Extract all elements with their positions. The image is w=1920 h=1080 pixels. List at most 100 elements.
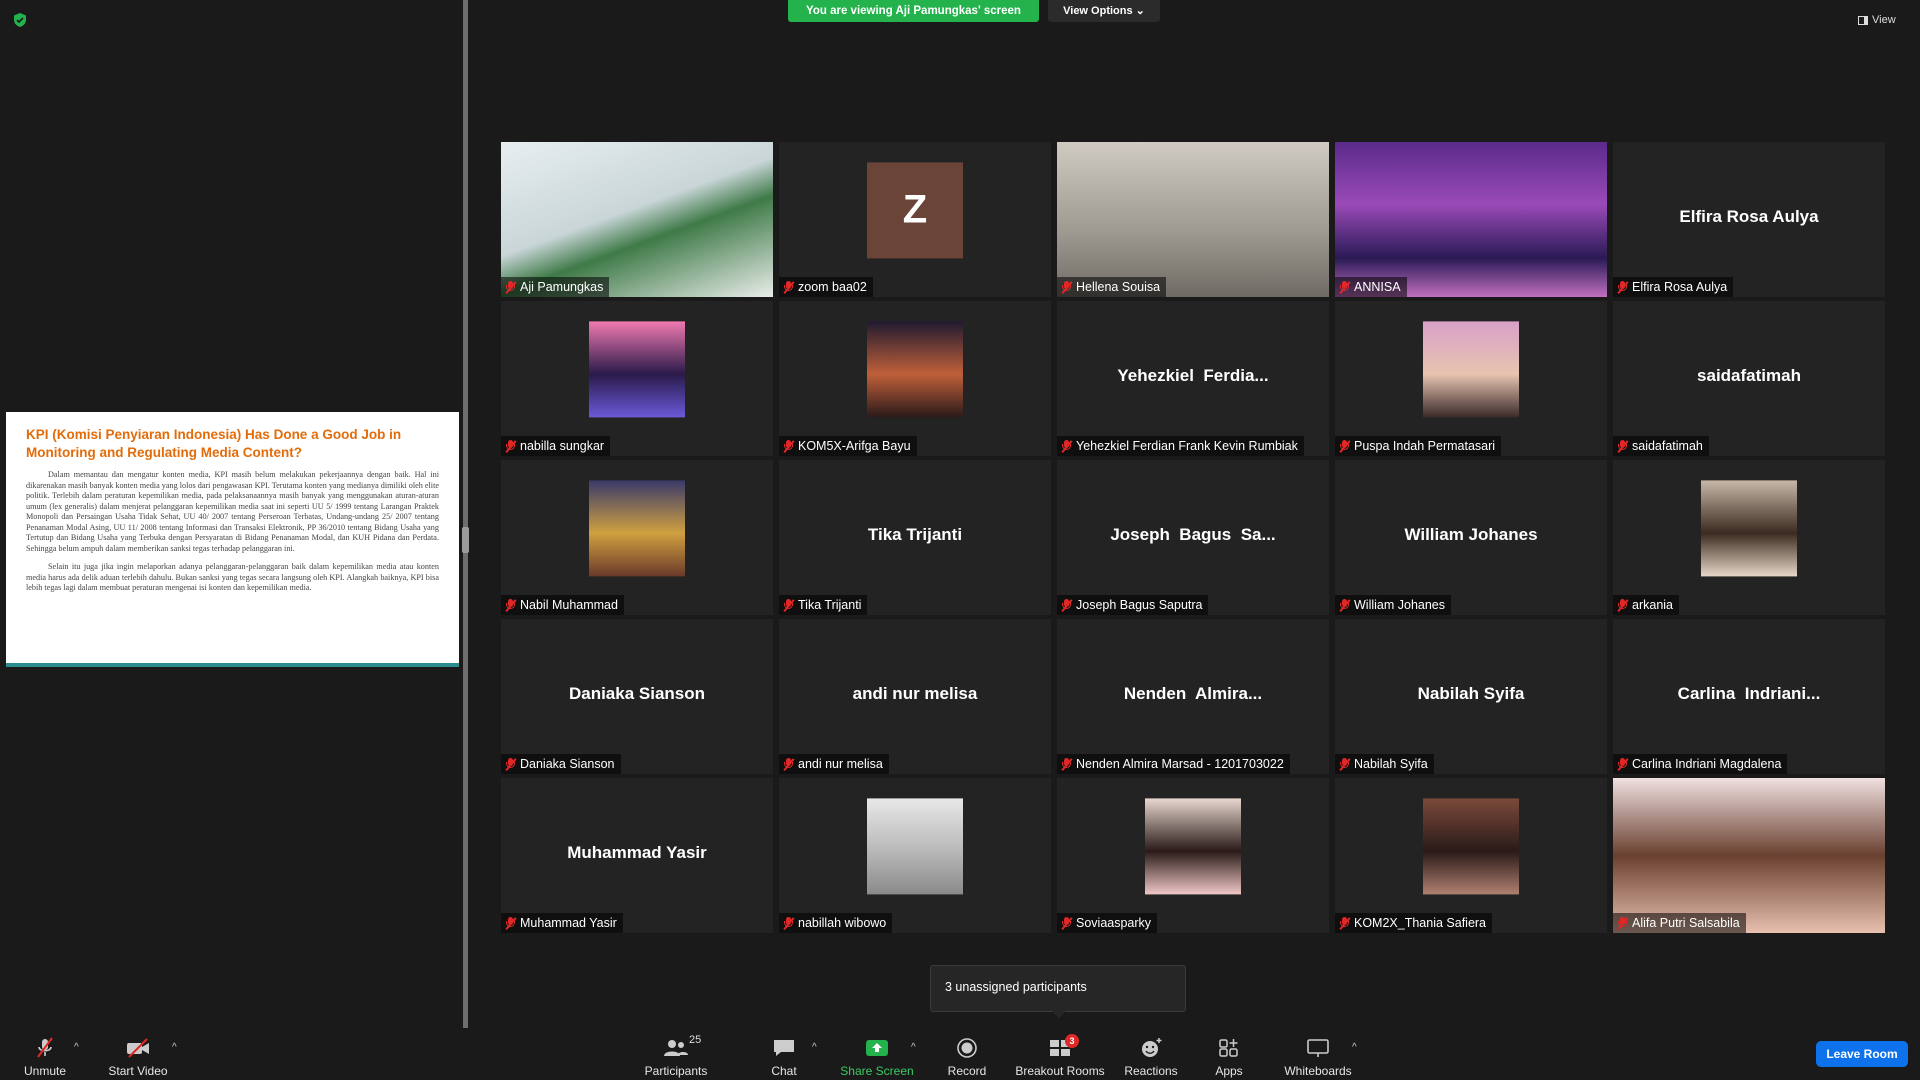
reactions-icon: [1142, 1038, 1162, 1057]
muted-mic-icon: [1061, 280, 1073, 294]
breakout-rooms-icon: 3: [1047, 1034, 1079, 1059]
muted-mic-icon: [37, 1037, 53, 1058]
muted-mic-icon: [505, 598, 517, 612]
chat-icon: [774, 1040, 794, 1056]
participant-tile[interactable]: Elfira Rosa Aulya Elfira Rosa Aulya: [1613, 142, 1885, 297]
start-video-button[interactable]: Start Video: [105, 1032, 171, 1078]
participant-name-bar: ANNISA: [1335, 277, 1407, 297]
participant-name-bar: Yehezkiel Ferdian Frank Kevin Rumbiak: [1057, 436, 1304, 456]
start-video-label: Start Video: [108, 1064, 168, 1078]
whiteboards-button[interactable]: Whiteboards: [1282, 1032, 1354, 1078]
participant-name: ANNISA: [1354, 280, 1401, 294]
leave-room-button[interactable]: Leave Room: [1816, 1041, 1908, 1067]
breakout-rooms-label: Breakout Rooms: [1015, 1064, 1105, 1078]
participant-name: Nenden Almira Marsad - 1201703022: [1076, 757, 1284, 771]
muted-mic-icon: [1339, 757, 1351, 771]
participant-tile[interactable]: Hellena Souisa: [1057, 142, 1329, 297]
participant-tile[interactable]: Joseph Bagus Sa... Joseph Bagus Saputra: [1057, 460, 1329, 615]
participant-tile[interactable]: nabillah wibowo: [779, 778, 1051, 933]
participant-name: Nabilah Syifa: [1354, 757, 1428, 771]
participant-tile[interactable]: Aji Pamungkas: [501, 142, 773, 297]
participant-tile[interactable]: KOM2X_Thania Safiera: [1335, 778, 1607, 933]
chat-button[interactable]: Chat: [763, 1032, 805, 1078]
shared-screen-pane: KPI (Komisi Penyiaran Indonesia) Has Don…: [0, 0, 463, 1028]
avatar: [867, 320, 963, 417]
apps-icon: [1219, 1039, 1238, 1057]
participant-name: Aji Pamungkas: [520, 280, 604, 294]
muted-mic-icon: [1617, 598, 1629, 612]
whiteboard-icon: [1307, 1039, 1329, 1057]
participant-name-bar: Nenden Almira Marsad - 1201703022: [1057, 754, 1290, 774]
participant-tile[interactable]: Puspa Indah Permatasari: [1335, 301, 1607, 456]
chat-options-caret[interactable]: ^: [812, 1042, 817, 1053]
participant-name: nabillah wibowo: [798, 916, 887, 930]
participant-tile[interactable]: Nabil Muhammad: [501, 460, 773, 615]
muted-mic-icon: [783, 439, 795, 453]
participant-name: Hellena Souisa: [1076, 280, 1161, 294]
audio-options-caret[interactable]: ^: [74, 1042, 79, 1053]
participant-tile[interactable]: ANNISA: [1335, 142, 1607, 297]
video-options-caret[interactable]: ^: [172, 1042, 177, 1053]
muted-mic-icon: [1617, 916, 1629, 930]
participant-gallery: Aji Pamungkas Zzoom baa02 Hellena Souisa AN…: [501, 142, 1885, 933]
muted-mic-icon: [505, 757, 517, 771]
whiteboards-options-caret[interactable]: ^: [1352, 1042, 1357, 1053]
muted-mic-icon: [1339, 439, 1351, 453]
viewing-screen-banner: You are viewing Aji Pamungkas' screen: [788, 0, 1039, 22]
participant-name: Tika Trijanti: [798, 598, 862, 612]
view-button[interactable]: View: [1858, 10, 1908, 30]
participant-tile[interactable]: KOM5X-Arifga Bayu: [779, 301, 1051, 456]
apps-button[interactable]: Apps: [1208, 1032, 1250, 1078]
reactions-button[interactable]: Reactions: [1122, 1032, 1180, 1078]
participant-name-bar: arkania: [1613, 595, 1679, 615]
participant-name-bar: nabilla sungkar: [501, 436, 611, 456]
participant-tile[interactable]: saidafatimah saidafatimah: [1613, 301, 1885, 456]
view-options-button[interactable]: View Options ⌄: [1048, 0, 1160, 22]
participant-name: Yehezkiel Ferdian Frank Kevin Rumbiak: [1076, 439, 1298, 453]
avatar: [1423, 320, 1519, 417]
muted-mic-icon: [1061, 439, 1073, 453]
participant-name: Nabil Muhammad: [520, 598, 618, 612]
participant-name-bar: KOM2X_Thania Safiera: [1335, 913, 1493, 933]
participant-tile[interactable]: Zzoom baa02: [779, 142, 1051, 297]
slide-title: KPI (Komisi Penyiaran Indonesia) Has Don…: [26, 427, 402, 460]
split-divider[interactable]: [463, 0, 468, 1028]
participant-tile[interactable]: Carlina Indriani... Carlina Indriani Magd…: [1613, 619, 1885, 774]
participant-name-bar: Soviaasparky: [1057, 913, 1158, 933]
share-screen-button[interactable]: Share Screen: [840, 1032, 914, 1078]
slide-paragraph: Selain itu juga jika ingin melaporkan ad…: [26, 562, 439, 592]
participant-display-name: Elfira Rosa Aulya: [1679, 207, 1819, 226]
participant-name-bar: Muhammad Yasir: [501, 913, 623, 933]
participant-tile[interactable]: andi nur melisa andi nur melisa: [779, 619, 1051, 774]
participant-tile[interactable]: nabilla sungkar: [501, 301, 773, 456]
participant-name: andi nur melisa: [798, 757, 883, 771]
participant-video: [1057, 142, 1329, 297]
participant-name-bar: Aji Pamungkas: [501, 277, 610, 297]
breakout-rooms-button[interactable]: 3 Breakout Rooms: [1014, 1032, 1106, 1078]
share-options-caret[interactable]: ^: [911, 1042, 916, 1053]
reactions-label: Reactions: [1124, 1064, 1178, 1078]
participant-tile[interactable]: Muhammad Yasir Muhammad Yasir: [501, 778, 773, 933]
divider-handle[interactable]: [462, 527, 469, 553]
participant-tile[interactable]: Tika Trijanti Tika Trijanti: [779, 460, 1051, 615]
participant-display-name: Nabilah Syifa: [1417, 684, 1525, 703]
unassigned-participants-tooltip: 3 unassigned participants: [930, 965, 1186, 1012]
participant-tile[interactable]: Nabilah Syifa Nabilah Syifa: [1335, 619, 1607, 774]
muted-mic-icon: [1617, 439, 1629, 453]
participant-display-name: Carlina Indriani...: [1677, 684, 1821, 703]
participant-tile[interactable]: Soviaasparky: [1057, 778, 1329, 933]
unmute-button[interactable]: Unmute: [20, 1032, 70, 1078]
participant-tile[interactable]: Daniaka Sianson Daniaka Sianson: [501, 619, 773, 774]
record-button[interactable]: Record: [943, 1032, 991, 1078]
participant-tile[interactable]: Alifa Putri Salsabila: [1613, 778, 1885, 933]
apps-label: Apps: [1215, 1064, 1243, 1078]
avatar: [1701, 479, 1797, 576]
participant-tile[interactable]: arkania: [1613, 460, 1885, 615]
participant-tile[interactable]: Nenden Almira... Nenden Almira Marsad - 1…: [1057, 619, 1329, 774]
participant-name-bar: andi nur melisa: [779, 754, 889, 774]
muted-mic-icon: [1339, 280, 1351, 294]
security-shield-icon[interactable]: [12, 12, 28, 28]
participant-tile[interactable]: Yehezkiel Ferdia... Yehezkiel Ferdian Fra…: [1057, 301, 1329, 456]
participant-tile[interactable]: William Johanes William Johanes: [1335, 460, 1607, 615]
participant-name: Puspa Indah Permatasari: [1354, 439, 1496, 453]
